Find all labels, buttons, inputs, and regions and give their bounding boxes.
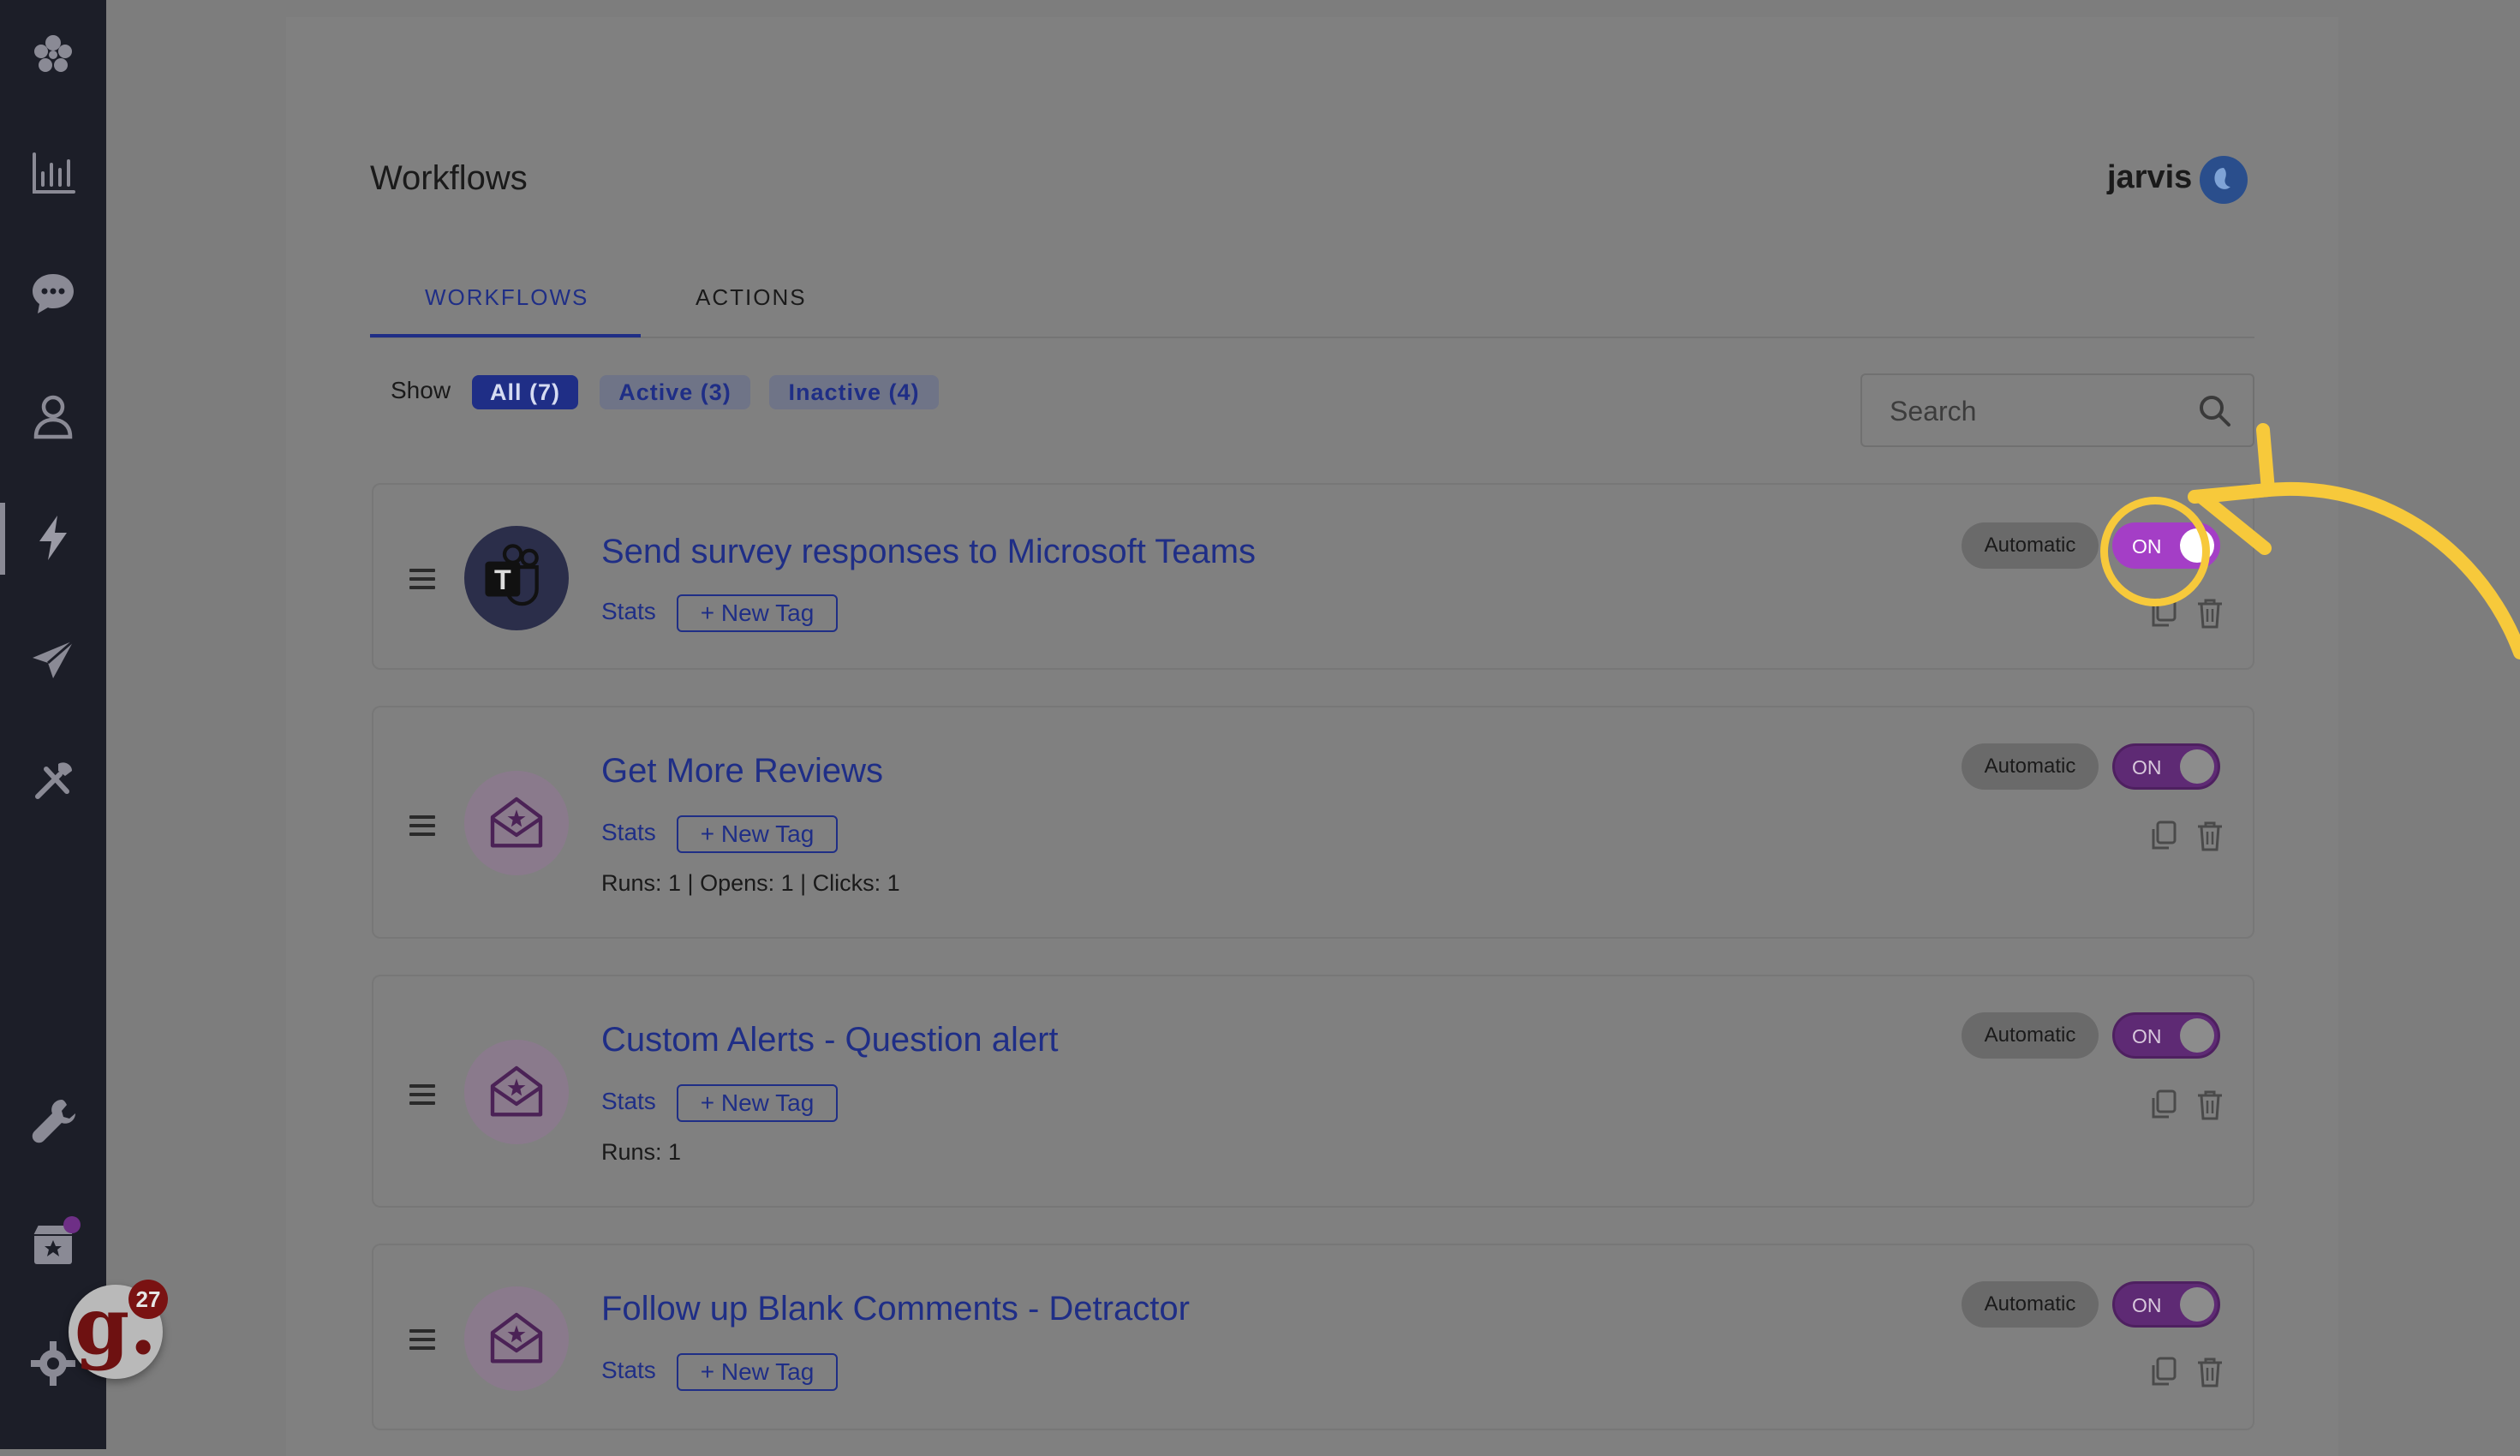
nav-integrations[interactable] (0, 1077, 106, 1163)
tools-icon (35, 762, 72, 799)
workflow-icon (464, 771, 569, 875)
user-avatar[interactable] (2200, 156, 2248, 204)
drag-handle[interactable] (409, 569, 435, 594)
drag-handle[interactable] (409, 815, 435, 841)
filter-inactive[interactable]: Inactive (4) (769, 375, 939, 409)
nav-workflows[interactable] (0, 495, 106, 581)
user-name[interactable]: jarvis (2107, 159, 2192, 196)
new-tag-button[interactable]: + New Tag (677, 815, 838, 853)
mail-open-icon (490, 1065, 543, 1117)
nav-store[interactable] (0, 1201, 106, 1286)
trash-icon[interactable] (2193, 1088, 2227, 1122)
copy-icon[interactable] (2147, 1355, 2181, 1389)
new-tag-button[interactable]: + New Tag (677, 1084, 838, 1122)
stats-link[interactable]: Stats (601, 819, 656, 846)
tabs-divider (370, 337, 2254, 338)
trash-icon[interactable] (2193, 1355, 2227, 1389)
stats-link[interactable]: Stats (601, 1357, 656, 1384)
mail-open-icon (490, 1312, 543, 1364)
toggle-knob (2180, 749, 2214, 784)
workflow-toggle[interactable]: ON (2112, 1281, 2220, 1328)
toggle-label: ON (2132, 756, 2162, 779)
search-input[interactable] (1888, 391, 2183, 432)
copy-icon[interactable] (2147, 819, 2181, 853)
assistant-badge: 27 (128, 1280, 168, 1319)
gear-icon (31, 1341, 75, 1386)
stats-link[interactable]: Stats (601, 598, 656, 625)
workflow-icon (464, 1040, 569, 1144)
toggle-knob (2180, 1287, 2214, 1322)
nav-tools[interactable] (0, 738, 106, 824)
workflow-icon: T (464, 526, 569, 630)
sidebar (0, 0, 106, 1449)
bar-chart-icon (33, 152, 75, 194)
nav-conversations[interactable] (0, 250, 106, 336)
workflow-title[interactable]: Custom Alerts - Question alert (601, 1021, 1059, 1059)
mode-badge: Automatic (1962, 1012, 2099, 1059)
person-icon (33, 395, 73, 439)
lightning-bolt-icon (39, 516, 67, 560)
filter-active[interactable]: Active (3) (600, 375, 750, 409)
toggle-label: ON (2132, 1294, 2162, 1316)
workflow-icon (464, 1286, 569, 1391)
copy-icon[interactable] (2147, 1088, 2181, 1122)
page-title: Workflows (370, 159, 528, 197)
nav-home[interactable] (0, 12, 106, 98)
workflow-card[interactable]: Custom Alerts - Question alert Stats + N… (372, 975, 2254, 1208)
tab-workflows[interactable]: WORKFLOWS (425, 284, 588, 311)
toggle-knob (2180, 1018, 2214, 1053)
workflow-toggle[interactable]: ON (2112, 743, 2220, 790)
nav-contacts[interactable] (0, 373, 106, 459)
filter-all[interactable]: All (7) (472, 375, 578, 409)
paper-plane-icon (33, 639, 75, 678)
store-notification-dot (63, 1216, 81, 1233)
workflow-toggle[interactable]: ON (2112, 1012, 2220, 1059)
drag-handle[interactable] (409, 1329, 435, 1355)
flower-logo-icon (34, 35, 72, 72)
trash-icon[interactable] (2193, 819, 2227, 853)
mode-badge: Automatic (1962, 522, 2099, 569)
workflow-metrics: Runs: 1 | Opens: 1 | Clicks: 1 (601, 870, 900, 896)
workflow-card[interactable]: Follow up Blank Comments - Detractor Sta… (372, 1244, 2254, 1430)
chat-bubble-icon (33, 274, 74, 313)
toggle-label: ON (2132, 1025, 2162, 1047)
workflow-card[interactable]: T Send survey responses to Microsoft Tea… (372, 483, 2254, 670)
nav-reports[interactable] (0, 130, 106, 216)
wrench-icon (32, 1100, 75, 1143)
workflow-title[interactable]: Get More Reviews (601, 752, 883, 791)
workflow-title[interactable]: Follow up Blank Comments - Detractor (601, 1290, 1190, 1328)
workflow-metrics: Runs: 1 (601, 1139, 682, 1165)
workflow-title[interactable]: Send survey responses to Microsoft Teams (601, 533, 1256, 571)
svg-text:T: T (494, 564, 511, 595)
new-tag-button[interactable]: + New Tag (677, 594, 838, 632)
mail-open-icon (490, 797, 543, 848)
drag-handle[interactable] (409, 1084, 435, 1110)
user-avatar-icon (2214, 168, 2230, 189)
mode-badge: Automatic (1962, 743, 2099, 790)
new-tag-button[interactable]: + New Tag (677, 1353, 838, 1391)
microsoft-teams-icon: T (485, 544, 539, 606)
workflow-card[interactable]: Get More Reviews Stats + New Tag Runs: 1… (372, 706, 2254, 939)
stats-link[interactable]: Stats (601, 1088, 656, 1115)
active-tab-underline (370, 334, 641, 337)
filter-label: Show (391, 377, 451, 403)
nav-campaigns[interactable] (0, 617, 106, 702)
mode-badge: Automatic (1962, 1281, 2099, 1328)
tab-actions[interactable]: ACTIONS (696, 284, 807, 311)
pointer-arrow-icon (2188, 423, 2520, 659)
